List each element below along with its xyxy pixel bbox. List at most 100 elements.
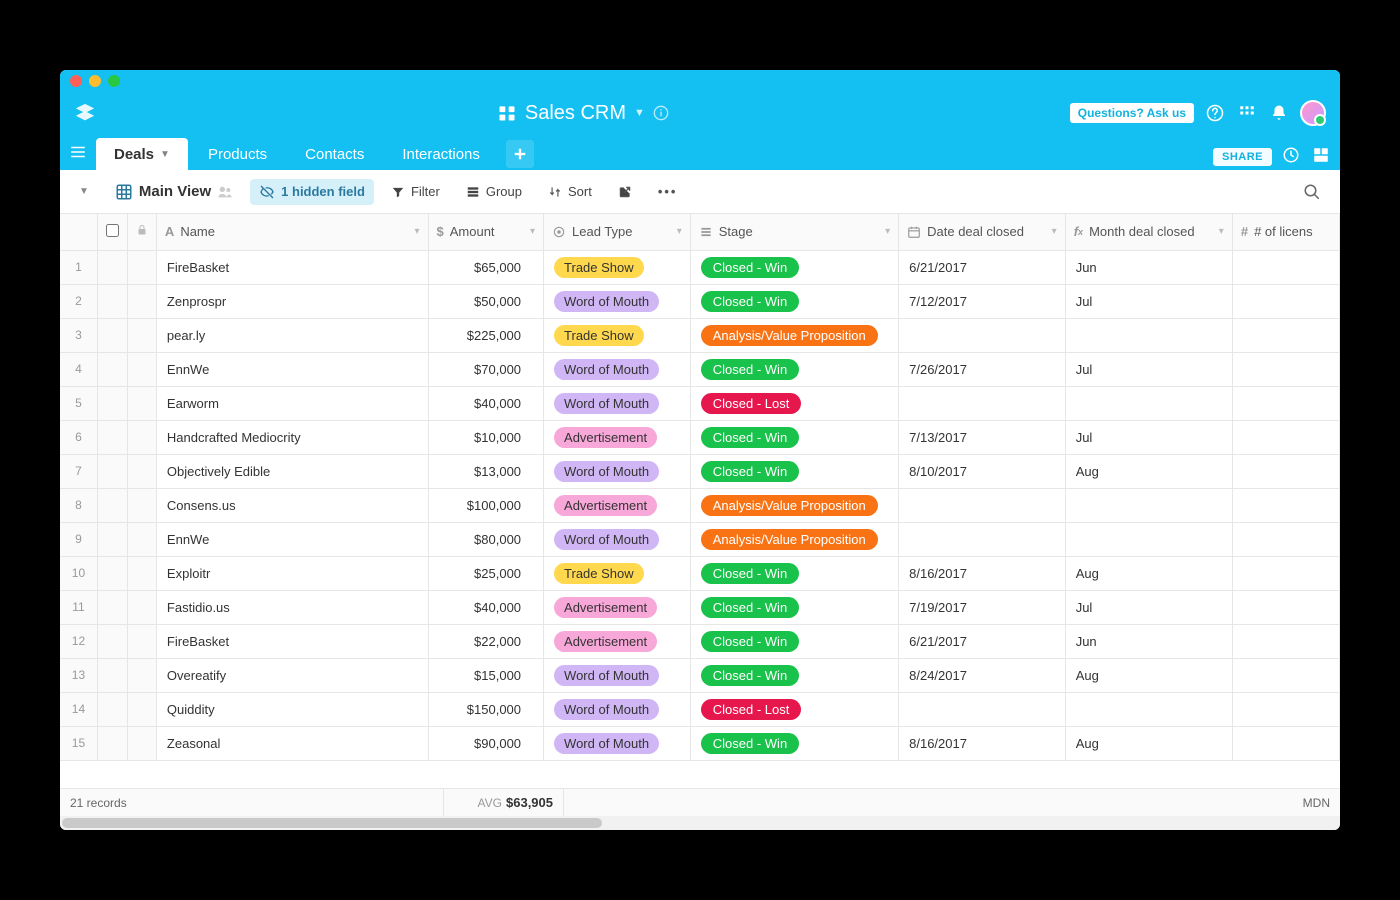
cell-lead-type[interactable]: Trade Show [544,556,691,590]
cell-licenses[interactable] [1232,352,1339,386]
cell-date-closed[interactable]: 8/24/2017 [899,658,1066,692]
collapse-sidebar-button[interactable]: ▼ [70,181,98,202]
table-row[interactable]: 8Consens.us$100,000AdvertisementAnalysis… [60,488,1340,522]
cell-month-closed[interactable] [1065,318,1232,352]
cell-month-closed[interactable]: Aug [1065,658,1232,692]
col-stage[interactable]: Stage▾ [690,214,898,250]
search-button[interactable] [1294,178,1330,206]
cell-stage[interactable]: Analysis/Value Proposition [690,318,898,352]
cell-lead-type[interactable]: Word of Mouth [544,692,691,726]
cell-licenses[interactable] [1232,420,1339,454]
view-switcher[interactable]: Main View [106,178,242,206]
share-view-button[interactable] [609,180,641,204]
cell-lead-type[interactable]: Trade Show [544,318,691,352]
cell-licenses[interactable] [1232,590,1339,624]
cell-stage[interactable]: Closed - Win [690,726,898,760]
table-row[interactable]: 12FireBasket$22,000AdvertisementClosed -… [60,624,1340,658]
mac-close-button[interactable] [70,75,82,87]
cell-amount[interactable]: $225,000 [428,318,544,352]
col-amount[interactable]: $Amount▾ [428,214,544,250]
add-table-button[interactable] [506,140,534,168]
cell-month-closed[interactable] [1065,692,1232,726]
cell-lead-type[interactable]: Word of Mouth [544,352,691,386]
cell-month-closed[interactable]: Jul [1065,590,1232,624]
cell-amount[interactable]: $150,000 [428,692,544,726]
cell-name[interactable]: Quiddity [156,692,428,726]
cell-licenses[interactable] [1232,692,1339,726]
cell-date-closed[interactable] [899,488,1066,522]
info-icon[interactable] [653,105,669,121]
col-name[interactable]: AName▾ [156,214,428,250]
cell-amount[interactable]: $40,000 [428,590,544,624]
tab-interactions[interactable]: Interactions [384,138,498,170]
row-expand-cell[interactable] [127,250,156,284]
table-row[interactable]: 3pear.ly$225,000Trade ShowAnalysis/Value… [60,318,1340,352]
cell-month-closed[interactable]: Aug [1065,726,1232,760]
cell-amount[interactable]: $25,000 [428,556,544,590]
blocks-icon[interactable] [1310,144,1332,166]
row-expand-cell[interactable] [127,658,156,692]
cell-name[interactable]: Overeatify [156,658,428,692]
horizontal-scrollbar[interactable] [60,816,1340,830]
row-expand-cell[interactable] [127,624,156,658]
hidden-fields-button[interactable]: 1 hidden field [250,179,374,205]
row-checkbox-cell[interactable] [97,624,127,658]
cell-licenses[interactable] [1232,318,1339,352]
row-expand-cell[interactable] [127,284,156,318]
cell-lead-type[interactable]: Advertisement [544,420,691,454]
row-expand-cell[interactable] [127,420,156,454]
cell-month-closed[interactable] [1065,488,1232,522]
cell-lead-type[interactable]: Trade Show [544,250,691,284]
cell-month-closed[interactable] [1065,386,1232,420]
cell-amount[interactable]: $13,000 [428,454,544,488]
cell-stage[interactable]: Closed - Win [690,284,898,318]
table-row[interactable]: 11Fastidio.us$40,000AdvertisementClosed … [60,590,1340,624]
cell-date-closed[interactable]: 7/26/2017 [899,352,1066,386]
row-checkbox-cell[interactable] [97,284,127,318]
table-row[interactable]: 10Exploitr$25,000Trade ShowClosed - Win8… [60,556,1340,590]
cell-name[interactable]: EnnWe [156,522,428,556]
cell-month-closed[interactable]: Jun [1065,250,1232,284]
row-expand-cell[interactable] [127,318,156,352]
cell-date-closed[interactable]: 8/10/2017 [899,454,1066,488]
cell-stage[interactable]: Closed - Win [690,658,898,692]
cell-name[interactable]: pear.ly [156,318,428,352]
mac-zoom-button[interactable] [108,75,120,87]
cell-month-closed[interactable]: Jul [1065,284,1232,318]
row-checkbox-cell[interactable] [97,692,127,726]
cell-lead-type[interactable]: Advertisement [544,488,691,522]
cell-date-closed[interactable]: 8/16/2017 [899,726,1066,760]
row-expand-cell[interactable] [127,726,156,760]
menu-icon[interactable] [60,134,96,170]
select-all-checkbox[interactable] [106,224,119,237]
table-row[interactable]: 4EnnWe$70,000Word of MouthClosed - Win7/… [60,352,1340,386]
cell-month-closed[interactable]: Jul [1065,352,1232,386]
cell-stage[interactable]: Closed - Win [690,250,898,284]
help-icon[interactable] [1204,102,1226,124]
row-expand-cell[interactable] [127,386,156,420]
table-row[interactable]: 1FireBasket$65,000Trade ShowClosed - Win… [60,250,1340,284]
cell-licenses[interactable] [1232,658,1339,692]
cell-licenses[interactable] [1232,624,1339,658]
table-row[interactable]: 6Handcrafted Mediocrity$10,000Advertisem… [60,420,1340,454]
base-title[interactable]: Sales CRM ▼ [497,102,669,125]
cell-stage[interactable]: Closed - Win [690,624,898,658]
cell-stage[interactable]: Analysis/Value Proposition [690,488,898,522]
table-row[interactable]: 2Zenprospr$50,000Word of MouthClosed - W… [60,284,1340,318]
cell-amount[interactable]: $70,000 [428,352,544,386]
cell-licenses[interactable] [1232,556,1339,590]
cell-name[interactable]: Exploitr [156,556,428,590]
table-row[interactable]: 15Zeasonal$90,000Word of MouthClosed - W… [60,726,1340,760]
row-checkbox-cell[interactable] [97,250,127,284]
cell-date-closed[interactable] [899,386,1066,420]
cell-name[interactable]: FireBasket [156,250,428,284]
cell-lead-type[interactable]: Word of Mouth [544,726,691,760]
table-row[interactable]: 13Overeatify$15,000Word of MouthClosed -… [60,658,1340,692]
notifications-icon[interactable] [1268,102,1290,124]
row-expand-cell[interactable] [127,590,156,624]
cell-lead-type[interactable]: Word of Mouth [544,386,691,420]
history-icon[interactable] [1280,144,1302,166]
app-logo-icon[interactable] [74,102,96,124]
col-lead-type[interactable]: Lead Type▾ [544,214,691,250]
cell-name[interactable]: Handcrafted Mediocrity [156,420,428,454]
